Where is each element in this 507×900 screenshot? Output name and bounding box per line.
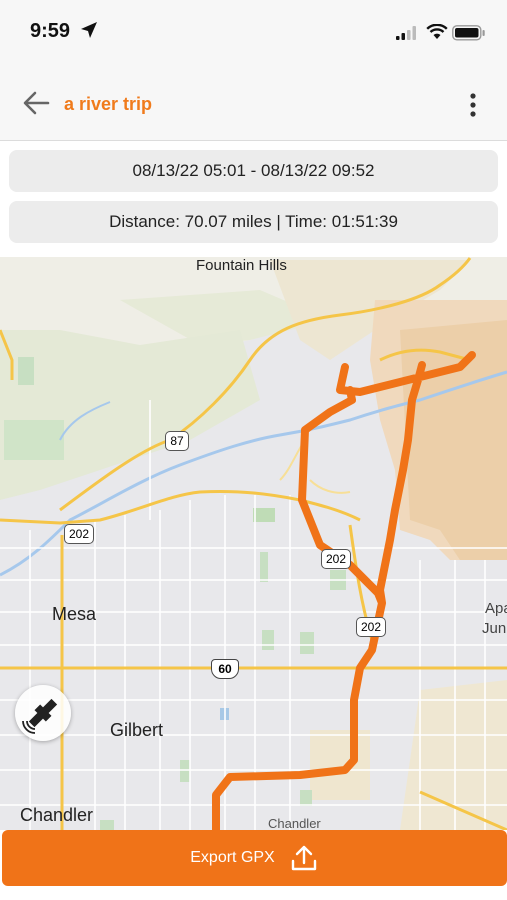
satellite-toggle-button[interactable] [15,685,71,741]
trip-summary-badge: Distance: 70.07 miles | Time: 01:51:39 [9,201,498,243]
battery-icon [452,25,485,41]
trip-summary-text: Distance: 70.07 miles | Time: 01:51:39 [109,212,398,231]
app-header: a river trip [0,64,507,141]
map-label-apache-junction-2: Jun [482,620,507,637]
route-shield-202-west: 202 [64,524,94,544]
export-gpx-button[interactable]: Export GPX [2,830,507,886]
map-view[interactable]: Fountain Hills Mesa Gilbert Chandler Cha… [0,257,507,830]
route-shield-202-mid: 202 [321,549,351,569]
date-range-badge: 08/13/22 05:01 - 08/13/22 09:52 [9,150,498,192]
route-shield-202-east: 202 [356,617,386,637]
map-label-chandler: Chandler [20,805,94,825]
upload-icon [291,845,316,871]
date-range-text: 08/13/22 05:01 - 08/13/22 09:52 [132,161,375,180]
location-arrow-icon [81,22,97,38]
more-options-icon[interactable] [462,92,484,118]
export-gpx-label: Export GPX [190,849,275,866]
status-time: 9:59 [30,20,71,42]
map-label-mesa: Mesa [52,604,97,624]
satellite-icon [22,698,58,734]
map-label-gilbert: Gilbert [110,720,164,740]
wifi-icon [426,24,448,39]
map-label-chandler-partial: Chandler [268,816,321,830]
map-label-fountain-hills: Fountain Hills [196,257,287,274]
back-arrow-icon[interactable] [22,91,50,115]
cellular-signal-icon [396,26,416,40]
map-label-apache-junction-1: Apa [485,600,507,617]
status-bar: 9:59 [0,0,507,64]
route-shield-us60: 60 [211,659,239,679]
page-title: a river trip [64,94,153,114]
route-shield-87: 87 [165,431,189,451]
